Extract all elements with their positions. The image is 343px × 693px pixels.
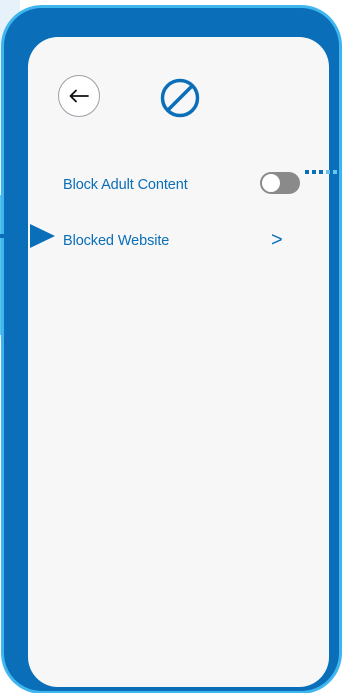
setting-label-blocked-website[interactable]: Blocked Website: [63, 233, 169, 249]
callout-dot: [333, 170, 337, 174]
phone-frame: Block Adult Content Blocked Website >: [4, 8, 339, 691]
phone-screen: Block Adult Content Blocked Website >: [28, 37, 329, 687]
block-adult-content-toggle[interactable]: [260, 172, 300, 194]
callout-dot: [319, 170, 323, 174]
chevron-right-icon[interactable]: >: [271, 229, 283, 252]
arrow-left-icon: [69, 89, 89, 103]
callout-dot: [326, 170, 330, 174]
callout-dot: [305, 170, 309, 174]
toggle-knob: [262, 174, 280, 192]
back-button[interactable]: [58, 75, 100, 117]
callout-dot: [312, 170, 316, 174]
block-icon: [160, 78, 200, 118]
setting-label-block-adult-content: Block Adult Content: [63, 177, 188, 193]
callout-arrow-blocked-website: [0, 224, 55, 248]
callout-dots-toggle: [305, 170, 337, 174]
